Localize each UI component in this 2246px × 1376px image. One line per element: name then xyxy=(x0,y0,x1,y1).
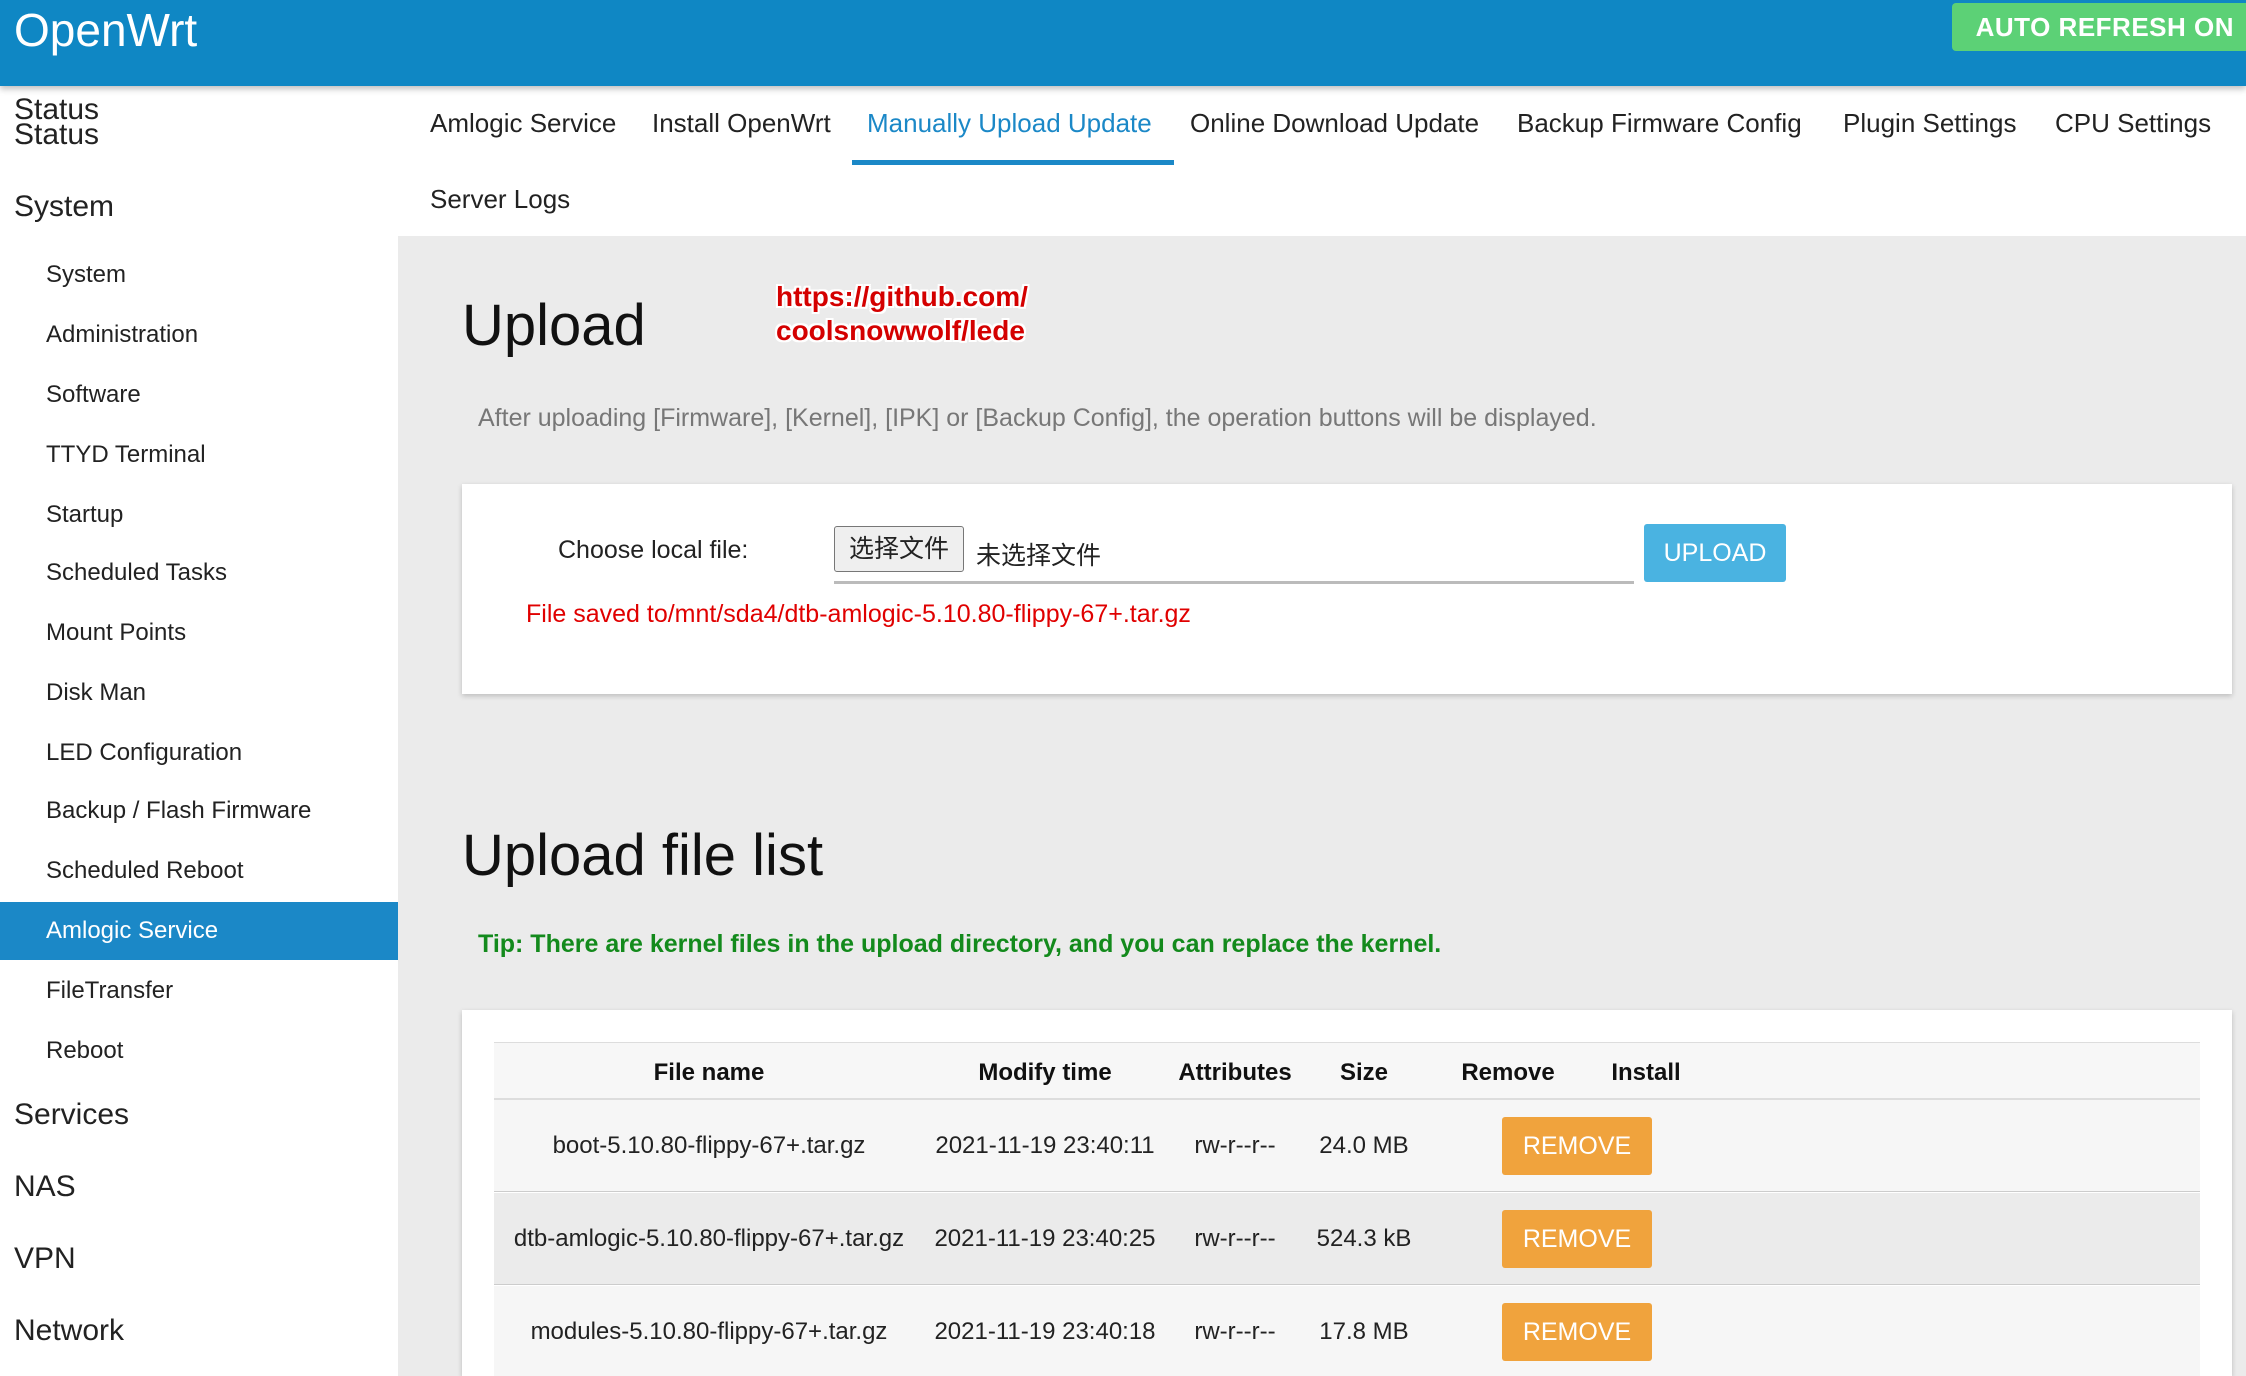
table-row: boot-5.10.80-flippy-67+.tar.gz 2021-11-1… xyxy=(494,1100,2200,1192)
sidebar-item-backup-flash-firmware[interactable]: Backup / Flash Firmware xyxy=(0,782,398,840)
auto-refresh-button[interactable]: AUTO REFRESH ON xyxy=(1951,3,2246,51)
tab-server-logs[interactable]: Server Logs xyxy=(430,184,570,215)
sidebar-group-nas[interactable]: NAS xyxy=(14,1170,76,1204)
sidebar-item-startup[interactable]: Startup xyxy=(0,486,398,544)
cell-attributes: rw-r--r-- xyxy=(1194,1225,1276,1252)
file-list-card: File name Modify time Attributes Size Re… xyxy=(462,1010,2232,1376)
cell-file-name: boot-5.10.80-flippy-67+.tar.gz xyxy=(552,1132,866,1159)
sidebar-item-amlogic-service[interactable]: Amlogic Service xyxy=(0,902,398,960)
column-install: Install xyxy=(1611,1059,1681,1086)
column-remove: Remove xyxy=(1461,1059,1555,1086)
cell-modify-time: 2021-11-19 23:40:18 xyxy=(934,1318,1156,1345)
tab-online-download-update[interactable]: Online Download Update xyxy=(1190,108,1479,139)
upload-heading: Upload xyxy=(462,293,646,358)
top-header: OpenWrt AUTO REFRESH ON xyxy=(0,0,2246,86)
cell-modify-time: 2021-11-19 23:40:11 xyxy=(935,1132,1155,1159)
cell-size: 17.8 MB xyxy=(1319,1318,1409,1345)
choose-file-label: Choose local file: xyxy=(558,536,749,564)
column-size: Size xyxy=(1339,1059,1389,1086)
sidebar-item-software[interactable]: Software xyxy=(0,366,398,424)
cell-file-name: dtb-amlogic-5.10.80-flippy-67+.tar.gz xyxy=(513,1225,905,1252)
sidebar-item-mount-points[interactable]: Mount Points xyxy=(0,604,398,662)
sidebar-item-led-configuration[interactable]: LED Configuration xyxy=(0,724,398,782)
column-modify-time: Modify time xyxy=(978,1059,1112,1086)
sidebar-item-disk-man[interactable]: Disk Man xyxy=(0,664,398,722)
watermark-text: https://github.com/ coolsnowwolf/lede xyxy=(776,280,1028,348)
tab-plugin-settings[interactable]: Plugin Settings xyxy=(1843,108,2016,139)
active-tab-indicator xyxy=(852,160,1174,165)
sidebar-item-reboot[interactable]: Reboot xyxy=(0,1022,398,1080)
column-attributes: Attributes xyxy=(1178,1059,1292,1086)
choose-file-button[interactable]: 选择文件 xyxy=(834,526,965,572)
no-file-chosen-text: 未选择文件 xyxy=(976,542,1102,570)
cell-modify-time: 2021-11-19 23:40:25 xyxy=(934,1225,1156,1252)
cell-file-name: modules-5.10.80-flippy-67+.tar.gz xyxy=(530,1318,888,1345)
file-input[interactable]: 选择文件 未选择文件 xyxy=(834,524,1634,584)
remove-button[interactable]: REMOVE xyxy=(1502,1117,1652,1175)
sidebar-group-status[interactable]: Status xyxy=(14,118,99,152)
sidebar-item-ttyd-terminal[interactable]: TTYD Terminal xyxy=(0,426,398,484)
watermark-line-2: coolsnowwolf/lede xyxy=(776,315,1025,346)
tab-backup-firmware-config[interactable]: Backup Firmware Config xyxy=(1517,108,1802,139)
tab-cpu-settings[interactable]: CPU Settings xyxy=(2055,108,2211,139)
sidebar-item-scheduled-reboot[interactable]: Scheduled Reboot xyxy=(0,842,398,900)
tab-install-openwrt[interactable]: Install OpenWrt xyxy=(652,108,831,139)
upload-file-list-heading: Upload file list xyxy=(462,823,824,888)
upload-card: Choose local file: 选择文件 未选择文件 UPLOAD Fil… xyxy=(462,484,2232,694)
table-header: File name Modify time Attributes Size Re… xyxy=(494,1042,2200,1100)
sidebar-item-scheduled-tasks[interactable]: Scheduled Tasks xyxy=(0,544,398,602)
sidebar-item-administration[interactable]: Administration xyxy=(0,306,398,364)
sidebar-item-filetransfer[interactable]: FileTransfer xyxy=(0,962,398,1020)
tab-manually-upload-update[interactable]: Manually Upload Update xyxy=(867,108,1152,139)
upload-description: After uploading [Firmware], [Kernel], [I… xyxy=(478,404,1597,432)
kernel-tip: Tip: There are kernel files in the uploa… xyxy=(478,930,1442,958)
upload-button[interactable]: UPLOAD xyxy=(1644,524,1786,582)
sidebar-group-services[interactable]: Services xyxy=(14,1098,129,1132)
column-file-name: File name xyxy=(653,1059,765,1086)
file-saved-message: File saved to/mnt/sda4/dtb-amlogic-5.10.… xyxy=(526,600,1191,628)
cell-size: 524.3 kB xyxy=(1316,1225,1412,1252)
watermark-line-1: https://github.com/ xyxy=(776,281,1028,312)
tab-amlogic-service[interactable]: Amlogic Service xyxy=(430,108,616,139)
brand-logo[interactable]: OpenWrt xyxy=(14,0,197,60)
cell-attributes: rw-r--r-- xyxy=(1194,1318,1276,1345)
cell-attributes: rw-r--r-- xyxy=(1194,1132,1276,1159)
table-row: modules-5.10.80-flippy-67+.tar.gz 2021-1… xyxy=(494,1286,2200,1376)
sidebar-group-vpn[interactable]: VPN xyxy=(14,1242,76,1276)
cell-size: 24.0 MB xyxy=(1319,1132,1409,1159)
sidebar-group-network[interactable]: Network xyxy=(14,1314,124,1348)
sidebar-group-system[interactable]: System xyxy=(14,190,114,224)
sidebar-item-system[interactable]: System xyxy=(0,246,398,304)
remove-button[interactable]: REMOVE xyxy=(1502,1210,1652,1268)
remove-button[interactable]: REMOVE xyxy=(1502,1303,1652,1361)
table-row: dtb-amlogic-5.10.80-flippy-67+.tar.gz 20… xyxy=(494,1193,2200,1285)
